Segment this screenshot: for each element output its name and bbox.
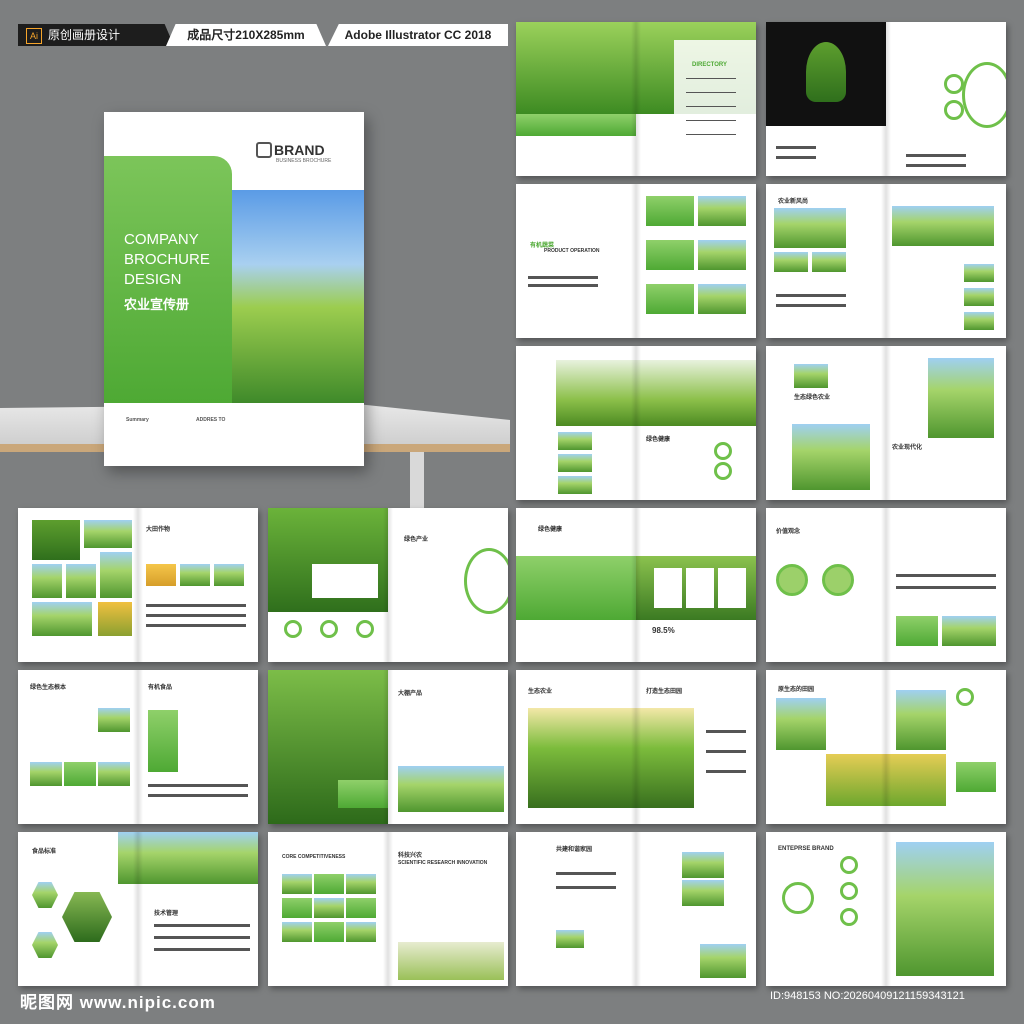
spread-green-health: 绿色健康 98.5% <box>516 508 756 662</box>
cover-footer: Summary ADDRES TO <box>104 403 364 466</box>
spread-modern-agri: 生态绿色农业 农业现代化 <box>766 346 1006 500</box>
spread-value: 价值观念 <box>766 508 1006 662</box>
modern-agri: 农业现代化 <box>892 445 923 451</box>
label-software: Adobe Illustrator CC 2018 <box>328 24 508 46</box>
label-size: 成品尺寸210X285mm <box>166 24 326 46</box>
spread-food-standard: 食品标准 技术管理 <box>18 832 258 986</box>
eco-origin-title: 原生态的田园 <box>778 687 815 693</box>
build-home-title: 共建和谐家园 <box>556 847 593 853</box>
percent-stat: 98.5% <box>652 626 675 635</box>
product-operation: PRODUCT OPERATION <box>544 248 600 254</box>
cover-summary: Summary <box>126 417 149 423</box>
spread-eco-agri: 生态农业 打造生态田园 <box>516 670 756 824</box>
site-watermark: 昵图网 www.nipic.com <box>20 993 216 1012</box>
cover-brand-sub: BUSINESS BROCHURE <box>276 158 332 164</box>
enterprise-brand: ENTEPRSE BRAND <box>778 846 834 852</box>
spread-green-industry: 绿色产业 <box>268 508 508 662</box>
illustrator-icon: Ai <box>26 27 42 44</box>
core-comp-title: CORE COMPETITIVENESS <box>282 854 346 860</box>
spread-news: 农业新风尚 <box>766 184 1006 338</box>
big-shed-title: 大棚产品 <box>398 691 423 697</box>
brochure-cover: BRAND BUSINESS BROCHURE COMPANY BROCHURE… <box>104 112 364 466</box>
food-standard-title: 食品标准 <box>32 849 57 855</box>
spread-core-competitiveness: CORE COMPETITIVENESS 科技兴农 SCIENTIFIC RES… <box>268 832 508 986</box>
cover-address: ADDRES TO <box>196 417 226 423</box>
cover-title-en: COMPANY BROCHURE DESIGN <box>124 231 210 288</box>
spread-green-eco: 绿色生态根本 有机食品 <box>18 670 258 824</box>
news-title: 农业新风尚 <box>778 199 809 205</box>
spread-eco-origin: 原生态的田园 <box>766 670 1006 824</box>
spread-field-crops: 大田作物 <box>18 508 258 662</box>
cover-brand: BRAND <box>274 142 325 158</box>
spread-big-shed: 大棚产品 <box>268 670 508 824</box>
eco-agri-title: 生态农业 <box>528 689 553 695</box>
eco-green-agri: 生态绿色农业 <box>794 395 831 401</box>
spread-product-operation: 有机蔬菜 PRODUCT OPERATION <box>516 184 756 338</box>
label-design-text: 原创画册设计 <box>48 28 121 42</box>
spread-enterprise <box>766 22 1006 176</box>
sci-agri-title: 科技兴农 <box>398 853 423 859</box>
value-title: 价值观念 <box>776 529 801 535</box>
brand-logo-icon <box>256 142 272 158</box>
tech-mgmt-title: 技术管理 <box>154 911 179 917</box>
cover-title-cn: 农业宣传册 <box>124 297 190 312</box>
label-design-type: Ai 原创画册设计 <box>18 24 174 46</box>
spread-directory: DIRECTORY <box>516 22 756 176</box>
green-health-title-2: 绿色健康 <box>538 527 563 533</box>
green-industry-title: 绿色产业 <box>404 537 429 543</box>
directory-title: DIRECTORY <box>692 62 728 68</box>
spread-enterprise-brand: ENTEPRSE BRAND <box>766 832 1006 986</box>
build-eco-title: 打造生态田园 <box>646 689 683 695</box>
image-id: ID:948153 NO:20260409121159343121 <box>770 990 965 1002</box>
green-health-title: 绿色健康 <box>646 437 671 443</box>
green-eco-title: 绿色生态根本 <box>30 685 67 691</box>
spread-build-home: 共建和谐家园 <box>516 832 756 986</box>
cover-photo <box>232 190 364 403</box>
field-crops-title: 大田作物 <box>146 527 171 533</box>
organic-food-title: 有机食品 <box>148 685 173 691</box>
table-leg <box>410 452 424 510</box>
spread-wheat: 绿色健康 <box>516 346 756 500</box>
sci-research: SCIENTIFIC RESEARCH INNOVATION <box>398 860 488 866</box>
